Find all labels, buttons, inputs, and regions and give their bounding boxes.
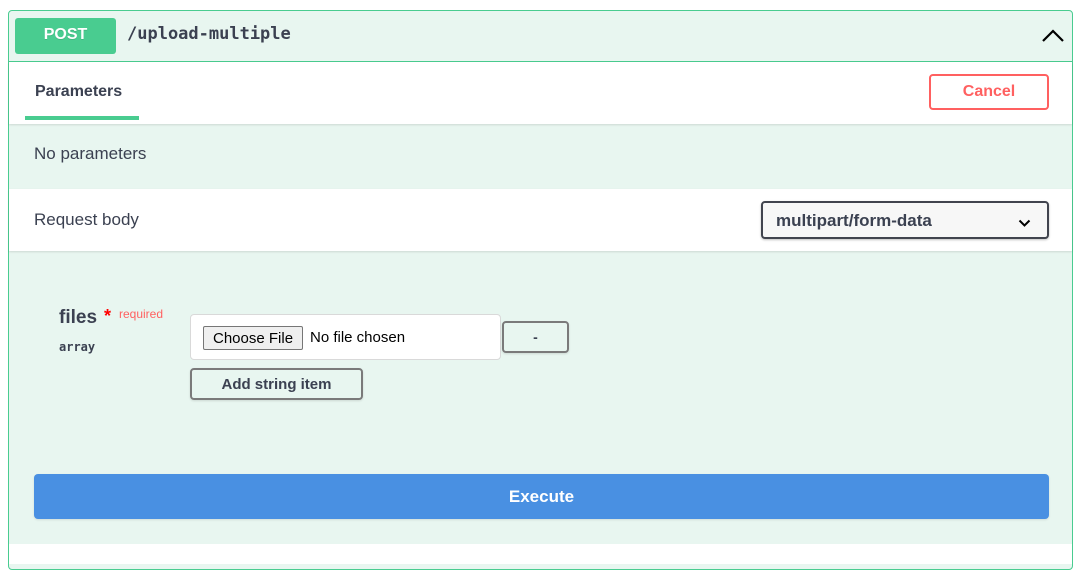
responses-section-edge	[9, 544, 1072, 564]
file-input[interactable]: Choose File No file chosen	[190, 314, 501, 360]
chevron-down-icon	[1018, 215, 1031, 233]
operation-block: POST /upload-multiple Parameters Cancel …	[8, 10, 1073, 570]
http-method-badge: POST	[15, 18, 116, 54]
cancel-button[interactable]: Cancel	[929, 74, 1049, 110]
parameters-header: Parameters Cancel	[9, 62, 1072, 124]
param-type: array	[59, 340, 96, 354]
chevron-up-icon[interactable]	[1040, 24, 1066, 46]
choose-file-button[interactable]: Choose File	[203, 326, 304, 350]
tab-active-indicator	[25, 116, 139, 120]
operation-summary[interactable]: POST /upload-multiple	[9, 11, 1072, 62]
request-body-title: Request body	[34, 210, 139, 229]
content-type-select[interactable]: multipart/form-data	[761, 201, 1049, 239]
endpoint-path: /upload-multiple	[127, 24, 291, 44]
tab-parameters[interactable]: Parameters	[25, 62, 139, 124]
required-label: required	[119, 307, 164, 321]
execute-button[interactable]: Execute	[34, 474, 1049, 519]
request-body-header: Request body multipart/form-data	[9, 189, 1072, 251]
tab-parameters-label: Parameters	[35, 83, 123, 100]
remove-item-button[interactable]: -	[502, 321, 569, 353]
add-string-item-button[interactable]: Add string item	[190, 368, 363, 400]
file-status-text: No file chosen	[310, 329, 406, 346]
required-star: *	[104, 306, 112, 326]
no-parameters-text: No parameters	[34, 144, 147, 163]
content-type-value: multipart/form-data	[776, 211, 932, 230]
param-name-files: files	[59, 307, 98, 328]
